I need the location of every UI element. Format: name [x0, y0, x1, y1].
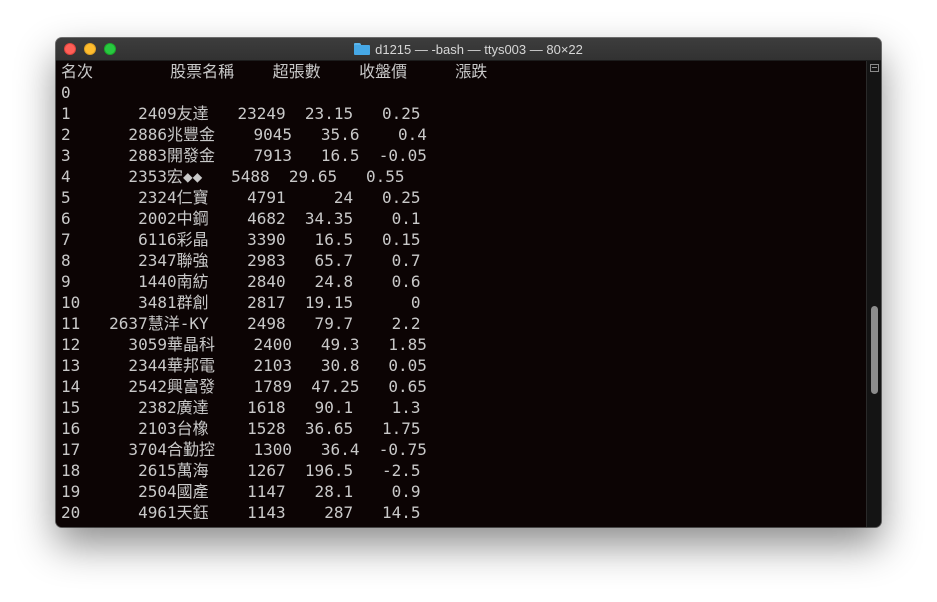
- terminal-line: 10 3481群創 2817 19.15 0: [61, 293, 421, 312]
- terminal-window: d1215 — -bash — ttys003 — 80×22 名次 股票名稱 …: [56, 38, 881, 527]
- terminal-line: 16 2103台橡 1528 36.65 1.75: [61, 419, 421, 438]
- terminal-line: 11 2637慧洋-KY 2498 79.7 2.2: [61, 314, 421, 333]
- terminal-line: 3 2883開發金 7913 16.5 -0.05: [61, 146, 427, 165]
- terminal-line: 8 2347聯強 2983 65.7 0.7: [61, 251, 421, 270]
- window-title-container: d1215 — -bash — ttys003 — 80×22: [56, 38, 881, 60]
- terminal-line: 0: [61, 83, 71, 102]
- terminal-output[interactable]: 名次 股票名稱 超張數 收盤價 漲跌 0 1 2409友達 23249 23.1…: [56, 61, 865, 527]
- title-bar[interactable]: d1215 — -bash — ttys003 — 80×22: [56, 38, 881, 61]
- terminal-line: 9 1440南紡 2840 24.8 0.6: [61, 272, 421, 291]
- split-pane-icon[interactable]: [870, 64, 879, 72]
- window-title: d1215 — -bash — ttys003 — 80×22: [375, 41, 583, 57]
- terminal-line: 18 2615萬海 1267 196.5 -2.5: [61, 461, 421, 480]
- terminal-line: 13 2344華邦電 2103 30.8 0.05: [61, 356, 427, 375]
- vertical-scrollbar[interactable]: [866, 61, 881, 527]
- terminal-line: 20 4961天鈺 1143 287 14.5: [61, 503, 421, 522]
- terminal-line: 5 2324仁寶 4791 24 0.25: [61, 188, 421, 207]
- terminal-line: 4 2353宏◆◆ 5488 29.65 0.55: [61, 167, 405, 186]
- terminal-line: 15 2382廣達 1618 90.1 1.3: [61, 398, 421, 417]
- terminal-line: 12 3059華晶科 2400 49.3 1.85: [61, 335, 427, 354]
- terminal-line: 6 2002中鋼 4682 34.35 0.1: [61, 209, 421, 228]
- scrollbar-thumb[interactable]: [871, 306, 878, 394]
- terminal-line: 7 6116彩晶 3390 16.5 0.15: [61, 230, 421, 249]
- terminal-line: 2 2886兆豐金 9045 35.6 0.4: [61, 125, 427, 144]
- terminal-line: 19 2504國產 1147 28.1 0.9: [61, 482, 421, 501]
- terminal-header-line: 名次 股票名稱 超張數 收盤價 漲跌: [61, 62, 488, 81]
- terminal-line: 1 2409友達 23249 23.15 0.25: [61, 104, 421, 123]
- terminal-line: 17 3704合勤控 1300 36.4 -0.75: [61, 440, 427, 459]
- folder-icon: [354, 43, 371, 55]
- terminal-line: 14 2542興富發 1789 47.25 0.65: [61, 377, 427, 396]
